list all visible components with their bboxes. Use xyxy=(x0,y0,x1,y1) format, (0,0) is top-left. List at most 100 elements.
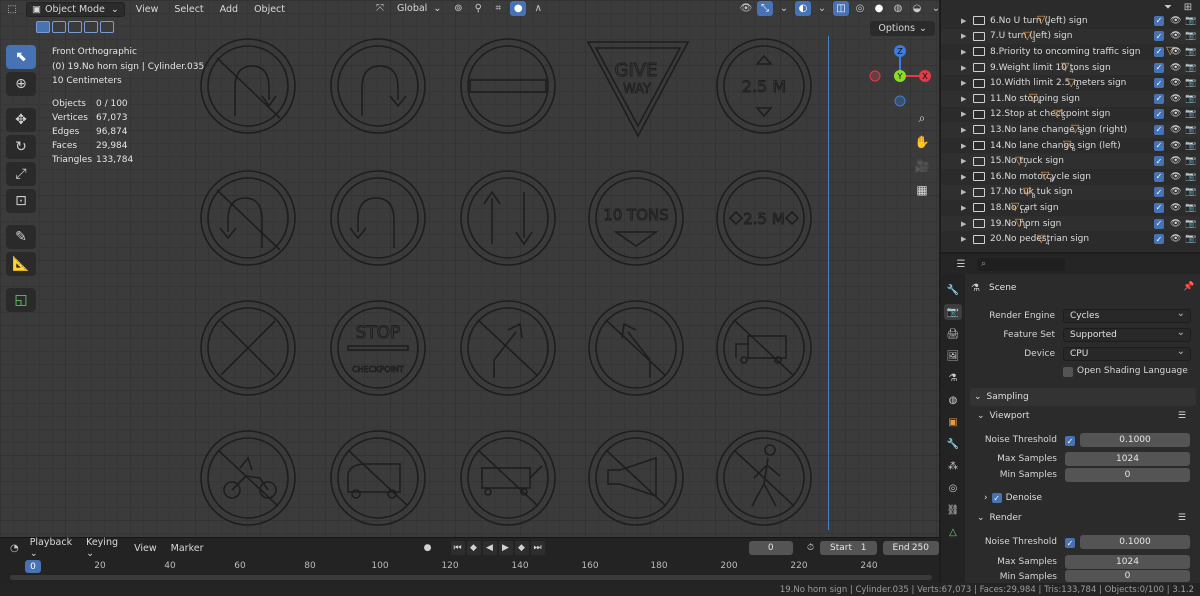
eye-icon[interactable]: 👁 xyxy=(1170,16,1181,26)
expand-arrow-icon[interactable]: ▶ xyxy=(961,173,966,181)
select-mode-invert-icon[interactable] xyxy=(84,21,98,33)
exclude-checkbox[interactable]: ✓ xyxy=(1154,140,1164,151)
options-button[interactable]: Options ⌄ xyxy=(870,21,935,36)
3d-viewport[interactable]: ⬚ ▣ Object Mode ⌄ View Select Add Object… xyxy=(0,0,939,537)
expand-arrow-icon[interactable]: ▶ xyxy=(961,95,966,103)
eye-icon[interactable]: 👁 xyxy=(1170,141,1181,151)
add-cube-tool-icon[interactable]: ◱ xyxy=(6,288,36,312)
outliner-collection-row[interactable]: ▶ 10.Width limit 2.5 meters sign ▽5 ✓ 👁 📷 xyxy=(941,75,1200,91)
current-frame-field[interactable]: 0 xyxy=(748,541,793,555)
eye-icon[interactable]: 👁 xyxy=(1170,63,1181,73)
list-options-icon[interactable]: ☰ xyxy=(1178,411,1186,421)
outliner-collection-row[interactable]: ▶ 7.U turn (left) sign ▽3 ✓ 👁 📷 xyxy=(941,28,1200,45)
constraints-tab-icon[interactable]: ⛓ xyxy=(944,502,962,518)
eye-icon[interactable]: 👁 xyxy=(1170,78,1181,88)
eye-icon[interactable]: 👁 xyxy=(1170,234,1181,244)
outliner-collection-row[interactable]: ▶ 14.No lane change sign (left) ▽6 ✓ 👁 📷 xyxy=(941,138,1200,154)
camera-icon[interactable]: 📷 xyxy=(1185,63,1196,73)
select-mode-intersect-icon[interactable] xyxy=(100,21,114,33)
viewport-subpanel-header[interactable]: ⌄ Viewport ☰ xyxy=(977,407,1196,425)
outliner-collection-row[interactable]: ▶ 11.No stopping sign ▽4 ✓ 👁 📷 xyxy=(941,91,1200,107)
expand-arrow-icon[interactable]: ▶ xyxy=(961,188,966,196)
vp-max-field[interactable]: 1024 xyxy=(1065,452,1190,466)
camera-icon[interactable]: 📷 xyxy=(1185,141,1196,151)
r-max-field[interactable]: 1024 xyxy=(1065,555,1190,569)
render-subpanel-header[interactable]: ⌄ Render ☰ xyxy=(977,509,1196,527)
rotate-tool-icon[interactable]: ↻ xyxy=(6,135,36,159)
scale-tool-icon[interactable]: ⤢ xyxy=(6,162,36,186)
measure-tool-icon[interactable]: 📐 xyxy=(6,252,36,276)
playhead[interactable]: 0 xyxy=(25,560,41,573)
snap-icon[interactable]: ⚲ xyxy=(470,1,486,16)
xray-toggle-icon[interactable]: ◫ xyxy=(833,1,849,16)
eye-icon[interactable]: 👁 xyxy=(1170,31,1181,41)
denoise-checkbox[interactable]: ✓ xyxy=(991,493,1002,503)
shading-rendered-icon[interactable]: ◒ xyxy=(909,1,925,16)
perspective-toggle-icon[interactable]: ▦ xyxy=(912,182,932,198)
expand-arrow-icon[interactable]: ▶ xyxy=(961,110,966,118)
camera-icon[interactable]: 📷 xyxy=(1185,203,1196,213)
shading-solid-icon[interactable]: ● xyxy=(871,1,887,16)
exclude-checkbox[interactable]: ✓ xyxy=(1154,93,1164,104)
eye-icon[interactable]: 👁 xyxy=(1170,203,1181,213)
scene-tab-icon[interactable]: ⚗ xyxy=(944,370,962,386)
eye-icon[interactable]: 👁 xyxy=(1170,47,1181,57)
camera-icon[interactable]: 📷 xyxy=(1185,187,1196,197)
camera-view-icon[interactable]: 🎥 xyxy=(912,158,932,174)
eye-icon[interactable]: 👁 xyxy=(1170,94,1181,104)
list-options-icon[interactable]: ☰ xyxy=(1178,513,1186,523)
select-mode-subtract-icon[interactable] xyxy=(68,21,82,33)
render-tab-icon[interactable]: 📷 xyxy=(944,304,962,320)
menu-marker[interactable]: Marker xyxy=(166,543,209,554)
timeline-ruler[interactable]: 0 20 40 60 80 100 120 140 160 180 200 22… xyxy=(0,560,939,574)
denoise-subpanel-header[interactable]: › ✓ Denoise xyxy=(984,489,1200,507)
shading-material-icon[interactable]: ◍ xyxy=(890,1,906,16)
jump-start-icon[interactable]: ⏮ xyxy=(450,541,465,555)
menu-keying[interactable]: Keying ⌄ xyxy=(81,537,125,559)
properties-search-input[interactable]: ⌕ xyxy=(977,257,1065,271)
overlays-options-icon[interactable]: ⌄ xyxy=(814,1,830,16)
camera-icon[interactable]: 📷 xyxy=(1185,234,1196,244)
expand-arrow-icon[interactable]: ▶ xyxy=(961,126,966,134)
transform-tool-icon[interactable]: ⊡ xyxy=(6,189,36,213)
expand-arrow-icon[interactable]: ▶ xyxy=(961,142,966,150)
render-engine-dropdown[interactable]: Cycles xyxy=(1063,308,1191,323)
menu-view[interactable]: View xyxy=(131,4,164,15)
exclude-checkbox[interactable]: ✓ xyxy=(1154,109,1164,120)
r-noise-field[interactable]: 0.1000 xyxy=(1080,535,1190,549)
eye-icon[interactable]: 👁 xyxy=(1170,156,1181,166)
outliner-collection-row[interactable]: ▶ 15.No truck sign ▽7 ✓ 👁 📷 xyxy=(941,153,1200,169)
exclude-checkbox[interactable]: ✓ xyxy=(1154,156,1164,167)
expand-arrow-icon[interactable]: ▶ xyxy=(961,48,966,56)
gizmo-toggle-icon[interactable]: ⤡ xyxy=(757,1,773,16)
cursor-tool-icon[interactable]: ⊕ xyxy=(6,72,36,96)
output-tab-icon[interactable]: 🖨 xyxy=(944,326,962,342)
exclude-checkbox[interactable]: ✓ xyxy=(1154,31,1164,42)
prev-keyframe-icon[interactable]: ◆ xyxy=(466,541,481,555)
timeline-editor-type-icon[interactable]: ◔ xyxy=(8,541,21,556)
play-icon[interactable]: ▶ xyxy=(498,541,513,555)
shading-options-icon[interactable]: ⌄ xyxy=(928,1,939,16)
record-icon[interactable]: ● xyxy=(421,541,435,555)
feature-set-dropdown[interactable]: Supported xyxy=(1063,327,1191,342)
camera-icon[interactable]: 📷 xyxy=(1185,94,1196,104)
menu-playback[interactable]: Playback ⌄ xyxy=(25,537,77,559)
vp-noise-checkbox[interactable]: ✓ xyxy=(1065,436,1075,446)
object-tab-icon[interactable]: ▣ xyxy=(944,414,962,430)
exclude-checkbox[interactable]: ✓ xyxy=(1154,234,1164,245)
exclude-checkbox[interactable]: ✓ xyxy=(1154,187,1164,198)
play-reverse-icon[interactable]: ◀ xyxy=(482,541,497,555)
snap-target-icon[interactable]: ⌗ xyxy=(490,1,506,16)
exclude-checkbox[interactable]: ✓ xyxy=(1154,124,1164,135)
outliner-collection-row[interactable]: ▶ 9.Weight limit 10 tons sign ▽4 ✓ 👁 📷 xyxy=(941,59,1200,76)
exclude-checkbox[interactable]: ✓ xyxy=(1154,46,1164,57)
select-mode-extend-icon[interactable] xyxy=(52,21,66,33)
outliner-collection-row[interactable]: ▶ 8.Priority to oncoming traffic sign ▽ ✓ 👁 📷 xyxy=(941,44,1200,60)
modifier-tab-icon[interactable]: 🔧 xyxy=(944,436,962,452)
expand-arrow-icon[interactable]: ▶ xyxy=(961,79,966,87)
end-frame-field[interactable]: End 250 xyxy=(882,541,939,555)
particles-tab-icon[interactable]: ⁂ xyxy=(944,458,962,474)
pivot-point-icon[interactable]: ⊚ xyxy=(450,1,466,16)
vp-min-field[interactable]: 0 xyxy=(1065,468,1190,482)
overlays-toggle-icon[interactable]: ◐ xyxy=(795,1,811,16)
